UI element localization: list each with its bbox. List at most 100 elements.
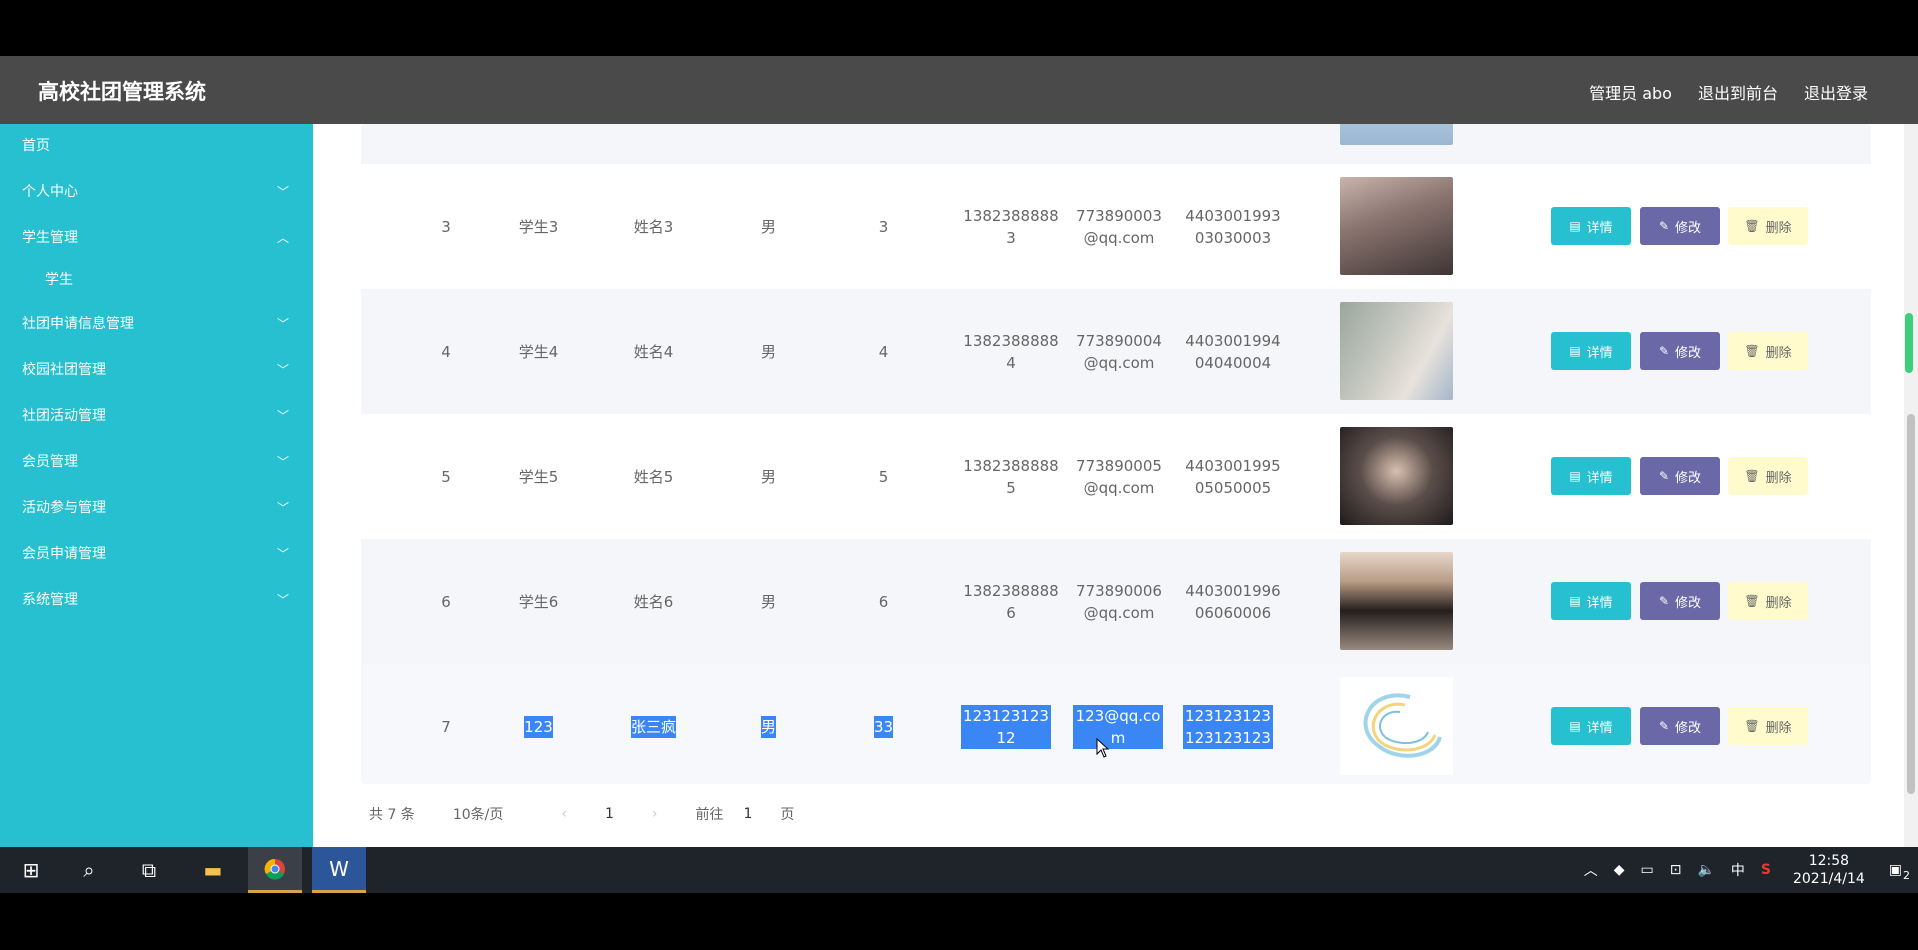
clock-time: 12:58	[1808, 853, 1850, 869]
cell-phone: 13823888886	[963, 581, 1059, 622]
trash-icon: 🗑	[1744, 594, 1760, 608]
sidebar-item-club-activity[interactable]: 社团活动管理 ﹀	[0, 396, 313, 436]
sidebar-item-label: 学生管理	[22, 230, 78, 246]
cell-age: 5	[878, 467, 889, 486]
exit-to-front-link[interactable]: 退出到前台	[1698, 80, 1778, 104]
edit-button[interactable]: ✎ 修改	[1640, 582, 1720, 620]
edit-icon: ✎	[1658, 344, 1670, 358]
detail-button[interactable]: ▤ 详情	[1551, 707, 1631, 745]
cell-account: 学生6	[518, 592, 559, 611]
detail-button[interactable]: ▤ 详情	[1551, 332, 1631, 370]
cell-idcard: 440300199606060006	[1185, 581, 1281, 622]
cell-idcard: 440300199404040004	[1185, 331, 1281, 372]
row-index: 5	[441, 467, 451, 486]
admin-user-label[interactable]: 管理员 abo	[1589, 80, 1672, 104]
edit-icon: ✎	[1658, 219, 1670, 233]
sidebar-item-personal-center[interactable]: 个人中心 ﹀	[0, 172, 313, 212]
document-icon: ▤	[1569, 344, 1581, 358]
notification-icon[interactable]: ▣ 2	[1889, 862, 1910, 882]
delete-button[interactable]: 🗑 删除	[1728, 332, 1808, 370]
mouse-cursor-icon	[1096, 738, 1110, 758]
network-icon[interactable]: ⊡	[1670, 862, 1682, 878]
edit-button[interactable]: ✎ 修改	[1640, 457, 1720, 495]
detail-label: 详情	[1586, 595, 1613, 611]
cell-account: 学生4	[518, 342, 559, 361]
detail-button[interactable]: ▤ 详情	[1551, 207, 1631, 245]
scrollbar-thumb[interactable]	[1907, 414, 1915, 794]
student-photo	[1340, 427, 1453, 525]
page-size-select[interactable]: 10条/页	[453, 804, 504, 824]
sidebar-item-system-management[interactable]: 系统管理 ﹀	[0, 580, 313, 620]
edit-icon: ✎	[1658, 594, 1670, 608]
edit-button[interactable]: ✎ 修改	[1640, 207, 1720, 245]
document-icon: ▤	[1569, 219, 1581, 233]
windows-start-icon[interactable]: ⊞	[4, 847, 58, 893]
page-scrollbar[interactable]	[1904, 124, 1918, 847]
chevron-up-icon[interactable]: ︿	[1584, 860, 1598, 880]
next-page-icon[interactable]: ›	[652, 806, 658, 822]
cell-email: 773890004@qq.com	[1076, 331, 1162, 372]
app-window: 高校社团管理系统 管理员 abo 退出到前台 退出登录 首页 个人中心 ﹀ 学生管…	[0, 56, 1918, 847]
system-tray: ︿ ◆ ▭ ⊡ 🔈 中 S 12:58 2021/4/14 ▣ 2	[1576, 847, 1918, 893]
student-photo	[1340, 552, 1453, 650]
sidebar-item-member-management[interactable]: 会员管理 ﹀	[0, 442, 313, 482]
chrome-icon[interactable]	[248, 847, 302, 893]
prev-page-icon[interactable]: ‹	[561, 806, 567, 822]
battery-icon[interactable]: ▭	[1640, 862, 1653, 878]
table-row: 5 学生5 姓名5 男 5 13823888885 773890005@qq.c…	[361, 414, 1871, 539]
cell-age: 6	[878, 592, 889, 611]
sogou-ime-icon[interactable]: S	[1761, 862, 1771, 878]
clock[interactable]: 12:58 2021/4/14	[1793, 852, 1865, 888]
sidebar-item-label: 活动参与管理	[22, 500, 106, 516]
clock-date: 2021/4/14	[1792, 871, 1865, 887]
cell-email: 773890005@qq.com	[1076, 456, 1162, 497]
current-page[interactable]: 1	[605, 806, 614, 822]
goto-page-input[interactable]: 1	[743, 806, 752, 822]
chevron-down-icon: ﹀	[276, 409, 289, 423]
detail-label: 详情	[1586, 470, 1613, 486]
sidebar-item-member-application[interactable]: 会员申请管理 ﹀	[0, 534, 313, 574]
sidebar-item-home[interactable]: 首页	[0, 126, 313, 166]
app-tray-icon[interactable]: ◆	[1614, 862, 1625, 878]
search-icon[interactable]: ⌕	[62, 847, 116, 893]
document-icon: ▤	[1569, 594, 1581, 608]
table-row: 4 学生4 姓名4 男 4 13823888884 773890004@qq.c…	[361, 289, 1871, 414]
cell-phone: 13823888884	[963, 331, 1059, 372]
row-index: 6	[441, 592, 451, 611]
file-explorer-icon[interactable]: ▬	[186, 847, 240, 893]
notification-count: 2	[1903, 869, 1910, 882]
logout-link[interactable]: 退出登录	[1804, 80, 1868, 104]
ime-indicator[interactable]: 中	[1731, 860, 1745, 880]
delete-button[interactable]: 🗑 删除	[1728, 707, 1808, 745]
trash-icon: 🗑	[1744, 344, 1760, 358]
task-view-icon[interactable]: ⧉	[122, 847, 176, 893]
logo-swirl-icon	[1363, 693, 1442, 758]
delete-button[interactable]: 🗑 删除	[1728, 207, 1808, 245]
sidebar-item-student-management[interactable]: 学生管理 ︿	[0, 218, 313, 258]
cell-name: 张三疯	[591, 664, 716, 784]
cell-gender: 男	[760, 592, 776, 611]
cell-phone: 12312312312	[961, 664, 1051, 784]
speaker-muted-icon[interactable]: 🔈	[1697, 862, 1714, 878]
edit-label: 修改	[1675, 470, 1702, 486]
detail-button[interactable]: ▤ 详情	[1551, 582, 1631, 620]
cell-phone: 13823888883	[963, 206, 1059, 247]
cell-name: 姓名6	[633, 592, 674, 611]
edit-button[interactable]: ✎ 修改	[1640, 332, 1720, 370]
cell-name: 姓名3	[633, 217, 674, 236]
word-icon[interactable]: W	[312, 847, 366, 893]
delete-label: 删除	[1765, 220, 1792, 236]
sidebar-item-activity-participation[interactable]: 活动参与管理 ﹀	[0, 488, 313, 528]
side-scroll-indicator	[1905, 313, 1913, 373]
detail-button[interactable]: ▤ 详情	[1551, 457, 1631, 495]
student-photo	[1340, 677, 1453, 775]
edit-button[interactable]: ✎ 修改	[1640, 707, 1720, 745]
row-index: 3	[441, 217, 451, 236]
sidebar-item-label: 系统管理	[22, 592, 78, 608]
sidebar-item-club-application[interactable]: 社团申请信息管理 ﹀	[0, 304, 313, 344]
delete-button[interactable]: 🗑 删除	[1728, 457, 1808, 495]
delete-button[interactable]: 🗑 删除	[1728, 582, 1808, 620]
sidebar-item-student[interactable]: 学生	[0, 260, 313, 300]
chevron-down-icon: ﹀	[276, 363, 289, 377]
sidebar-item-campus-club[interactable]: 校园社团管理 ﹀	[0, 350, 313, 390]
